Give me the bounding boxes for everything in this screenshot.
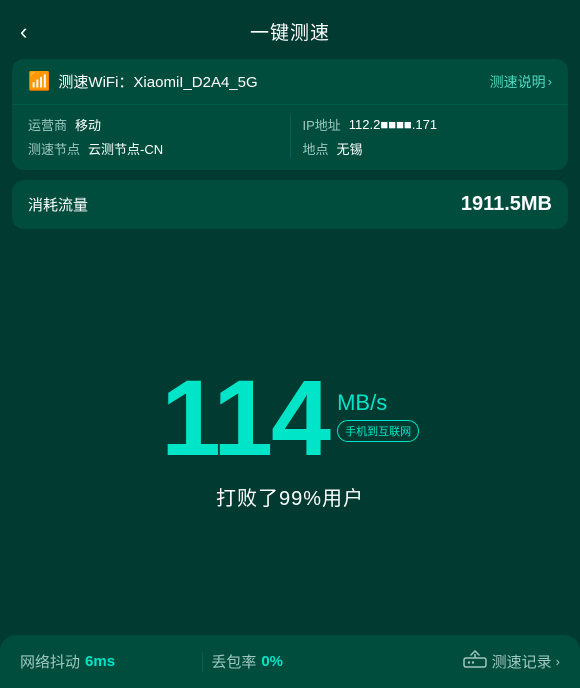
speed-explain-btn[interactable]: 测速说明 › xyxy=(490,72,552,92)
header: ‹ 一键测速 xyxy=(0,0,580,59)
jitter-item: 网络抖动 6ms xyxy=(20,651,194,672)
node-item: 测速节点 云测节点-CN xyxy=(28,139,278,158)
ip-col: IP地址 112.2■■■■.171 地点 无锡 xyxy=(303,115,553,158)
wifi-name: 测速WiFi：XiaomiI_D2A4_5G xyxy=(58,71,257,92)
router-icon xyxy=(462,649,488,674)
speed-unit: MB/s xyxy=(337,392,387,414)
loss-label: 丢包率 xyxy=(211,651,256,672)
details-divider xyxy=(290,115,291,158)
record-arrow-icon: › xyxy=(556,654,560,669)
bottom-divider-1 xyxy=(202,652,203,672)
location-label: 地点 xyxy=(303,139,329,158)
back-button[interactable]: ‹ xyxy=(20,19,27,45)
jitter-value: 6ms xyxy=(85,653,115,670)
node-value: 云测节点-CN xyxy=(88,139,163,158)
isp-value: 移动 xyxy=(75,115,101,134)
speed-explain-label: 测速说明 xyxy=(490,72,546,92)
traffic-label: 消耗流量 xyxy=(28,194,88,215)
speed-number-row: 114 MB/s 手机到互联网 xyxy=(161,364,419,472)
wifi-left: 📶 测速WiFi：XiaomiI_D2A4_5G xyxy=(28,71,258,92)
node-label: 测速节点 xyxy=(28,139,80,158)
jitter-label: 网络抖动 xyxy=(20,651,80,672)
isp-label: 运营商 xyxy=(28,115,67,134)
wifi-icon: 📶 xyxy=(28,71,50,92)
traffic-value: 1911.5MB xyxy=(461,193,552,216)
loss-value: 0% xyxy=(261,653,283,670)
speed-description: 打败了99%用户 xyxy=(216,482,364,511)
speed-unit-col: MB/s 手机到互联网 xyxy=(337,364,419,442)
ip-item: IP地址 112.2■■■■.171 xyxy=(303,115,553,134)
bottom-bar: 网络抖动 6ms 丢包率 0% 测速记录 › xyxy=(0,635,580,688)
phone-to-internet-badge: 手机到互联网 xyxy=(337,420,419,442)
page-title: 一键测速 xyxy=(250,18,330,45)
isp-col: 运营商 移动 测速节点 云测节点-CN xyxy=(28,115,278,158)
traffic-row: 消耗流量 1911.5MB xyxy=(12,180,568,229)
speed-number: 114 xyxy=(161,364,329,472)
speed-display: 114 MB/s 手机到互联网 打败了99%用户 xyxy=(0,229,580,635)
wifi-info-row: 📶 测速WiFi：XiaomiI_D2A4_5G 测速说明 › xyxy=(12,59,568,105)
record-label: 测速记录 xyxy=(492,651,552,672)
record-section[interactable]: 测速记录 › xyxy=(386,649,560,674)
wifi-ssid: XiaomiI_D2A4_5G xyxy=(133,74,257,91)
speed-explain-arrow-icon: › xyxy=(548,74,552,89)
location-item: 地点 无锡 xyxy=(303,139,553,158)
ip-value: 112.2■■■■.171 xyxy=(349,117,437,132)
details-row: 运营商 移动 测速节点 云测节点-CN IP地址 112.2■■■■.171 地… xyxy=(12,105,568,170)
loss-item: 丢包率 0% xyxy=(211,651,385,672)
location-value: 无锡 xyxy=(337,139,363,158)
ip-label: IP地址 xyxy=(303,115,341,134)
isp-item: 运营商 移动 xyxy=(28,115,278,134)
